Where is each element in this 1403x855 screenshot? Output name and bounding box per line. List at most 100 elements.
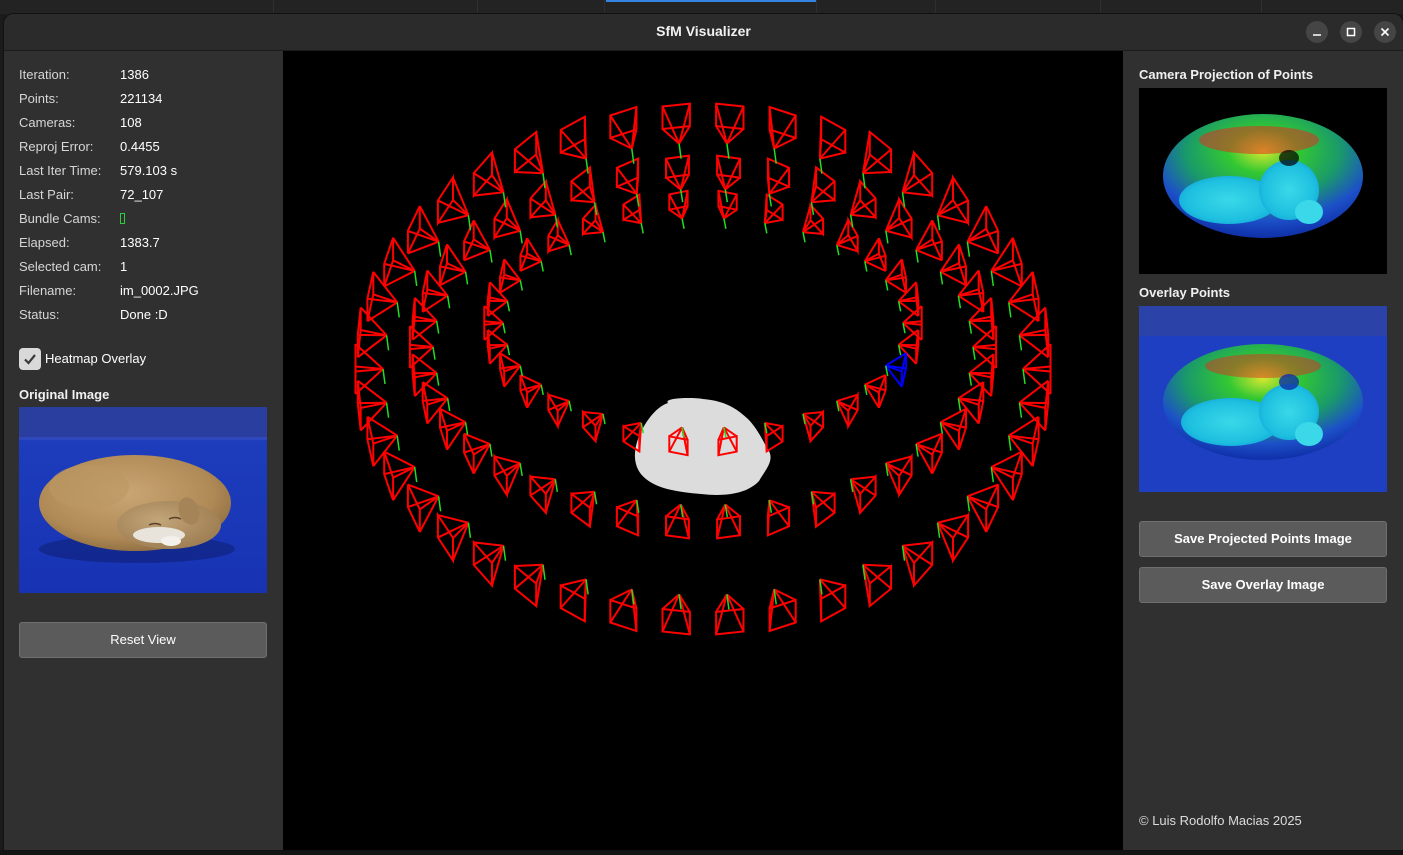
camera-frustum[interactable] (472, 149, 507, 208)
camera-frustum[interactable] (849, 178, 877, 228)
camera-frustum[interactable] (609, 105, 638, 164)
camera-frustum[interactable] (463, 219, 493, 263)
camera-frustum[interactable] (581, 409, 606, 444)
camera-frustum[interactable] (615, 499, 640, 537)
selected-camera-frustum[interactable] (884, 352, 907, 388)
camera-frustum[interactable] (715, 102, 745, 159)
camera-scene[interactable] (283, 51, 1123, 850)
camera-frustum[interactable] (519, 374, 544, 409)
3d-viewport[interactable] (283, 51, 1123, 850)
camera-frustum[interactable] (862, 563, 893, 609)
camera-frustum[interactable] (499, 258, 524, 294)
desktop-tab[interactable] (478, 0, 605, 14)
camera-frustum[interactable] (1007, 271, 1040, 323)
camera-frustum[interactable] (661, 593, 691, 636)
camera-frustum[interactable] (513, 129, 546, 189)
camera-frustum[interactable] (884, 452, 913, 499)
camera-frustum[interactable] (547, 216, 572, 256)
camera-frustum[interactable] (436, 174, 472, 231)
camera-frustum[interactable] (901, 149, 934, 208)
camera-frustum[interactable] (421, 269, 451, 313)
camera-frustum[interactable] (547, 390, 572, 430)
camera-frustum[interactable] (716, 503, 741, 540)
camera-frustum[interactable] (990, 237, 1023, 288)
camera-frustum[interactable] (768, 105, 797, 164)
camera-frustum[interactable] (559, 578, 589, 623)
camera-frustum[interactable] (1022, 343, 1052, 395)
camera-frustum[interactable] (810, 490, 836, 529)
camera-frustum[interactable] (957, 269, 985, 313)
camera-frustum[interactable] (622, 192, 644, 234)
camera-frustum[interactable] (668, 189, 689, 229)
camera-frustum[interactable] (863, 237, 887, 272)
camera-frustum[interactable] (818, 578, 847, 623)
camera-frustum[interactable] (936, 511, 970, 564)
camera-frustum[interactable] (939, 407, 967, 451)
camera-frustum[interactable] (559, 115, 589, 174)
camera-frustum[interactable] (529, 178, 559, 228)
camera-frustum[interactable] (884, 258, 907, 294)
camera-frustum[interactable] (901, 539, 934, 589)
camera-frustum[interactable] (665, 503, 690, 540)
camera-frustum[interactable] (472, 539, 507, 589)
camera-frustum[interactable] (990, 450, 1023, 501)
camera-frustum[interactable] (766, 499, 791, 537)
camera-frustum[interactable] (915, 219, 943, 263)
camera-frustum[interactable] (939, 243, 967, 287)
camera-frustum[interactable] (436, 511, 472, 564)
camera-frustum[interactable] (715, 593, 745, 636)
reset-view-button[interactable]: Reset View (19, 622, 267, 658)
heatmap-checkbox[interactable] (19, 348, 41, 370)
desktop-tab[interactable] (0, 0, 274, 14)
save-projected-points-button[interactable]: Save Projected Points Image (1139, 521, 1387, 557)
camera-frustum[interactable] (406, 483, 442, 533)
camera-frustum[interactable] (835, 390, 859, 430)
camera-frustum[interactable] (519, 237, 544, 272)
camera-frustum[interactable] (802, 409, 825, 444)
stat-label: Filename: (19, 283, 77, 298)
camera-frustum[interactable] (463, 432, 493, 475)
camera-frustum[interactable] (763, 192, 784, 234)
camera-frustum[interactable] (862, 129, 893, 189)
camera-frustum[interactable] (493, 195, 523, 244)
camera-frustum[interactable] (766, 157, 791, 207)
desktop-tab[interactable] (817, 0, 936, 14)
camera-frustum[interactable] (768, 588, 797, 633)
camera-frustum[interactable] (966, 205, 1000, 257)
save-overlay-button[interactable]: Save Overlay Image (1139, 567, 1387, 603)
camera-frustum[interactable] (570, 490, 598, 529)
minimize-button[interactable] (1306, 21, 1328, 43)
camera-frustum[interactable] (884, 195, 913, 244)
camera-frustum[interactable] (421, 381, 451, 425)
camera-frustum[interactable] (717, 189, 738, 229)
maximize-button[interactable] (1340, 21, 1362, 43)
desktop-tab[interactable] (1101, 0, 1262, 14)
camera-frustum[interactable] (615, 157, 640, 207)
camera-frustum[interactable] (581, 202, 606, 243)
desktop-tab[interactable] (936, 0, 1101, 14)
camera-frustum[interactable] (915, 432, 943, 475)
camera-frustum[interactable] (354, 343, 386, 395)
camera-frustum[interactable] (622, 421, 644, 454)
desktop-tab-active[interactable] (605, 0, 817, 14)
camera-frustum[interactable] (763, 421, 784, 454)
camera-frustum[interactable] (513, 563, 546, 609)
camera-frustum[interactable] (810, 165, 836, 216)
title-bar[interactable]: SfM Visualizer (4, 14, 1403, 51)
camera-frustum[interactable] (1007, 415, 1040, 467)
camera-frustum[interactable] (493, 452, 523, 499)
camera-frustum[interactable] (957, 381, 985, 425)
camera-frustum[interactable] (863, 374, 887, 409)
camera-frustum[interactable] (818, 115, 847, 174)
close-button[interactable] (1374, 21, 1396, 43)
desktop-tab[interactable] (274, 0, 478, 14)
camera-frustum[interactable] (835, 216, 859, 256)
camera-frustum[interactable] (499, 352, 524, 388)
camera-frustum[interactable] (966, 483, 1000, 533)
camera-frustum[interactable] (849, 473, 877, 516)
camera-frustum[interactable] (936, 174, 970, 231)
camera-frustum[interactable] (529, 473, 559, 516)
camera-frustum[interactable] (609, 588, 638, 633)
camera-frustum[interactable] (661, 102, 691, 159)
camera-frustum[interactable] (406, 205, 442, 257)
